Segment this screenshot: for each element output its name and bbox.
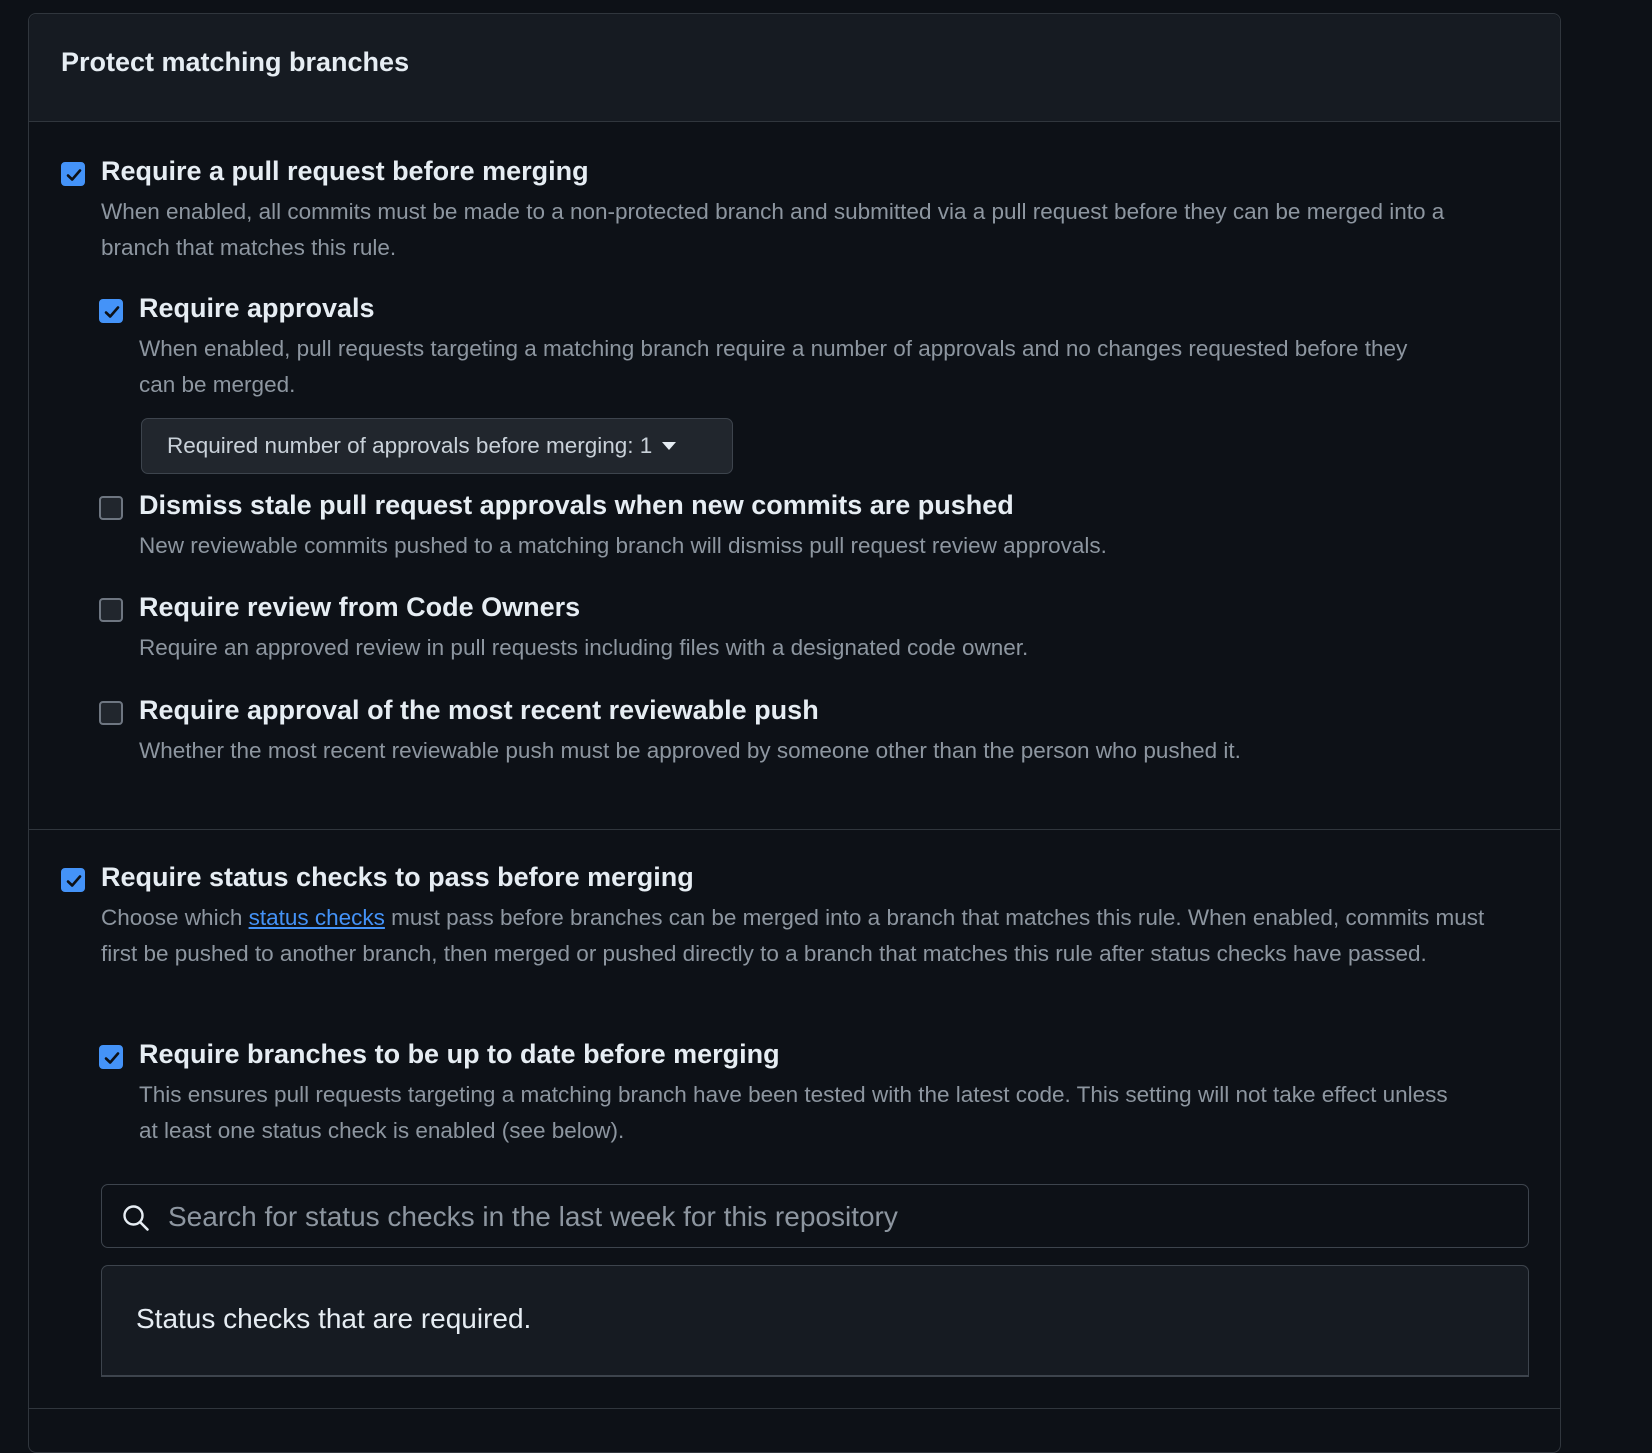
require-up-to-date-label[interactable]: Require branches to be up to date before… xyxy=(139,1039,780,1070)
checkmark-icon xyxy=(66,169,82,181)
dismiss-stale-approvals-description: New reviewable commits pushed to a match… xyxy=(139,533,1107,558)
require-code-owners-checkbox[interactable] xyxy=(99,598,123,622)
require-status-checks-description: Choose which status checks must pass bef… xyxy=(101,900,1506,972)
dismiss-stale-approvals-label[interactable]: Dismiss stale pull request approvals whe… xyxy=(139,490,1014,521)
description-text-before: Choose which xyxy=(101,905,249,930)
require-pull-request-label[interactable]: Require a pull request before merging xyxy=(101,156,589,187)
search-icon xyxy=(123,1205,149,1231)
caret-down-icon xyxy=(662,442,677,450)
panel-title: Protect matching branches xyxy=(61,47,410,77)
require-approvals-label[interactable]: Require approvals xyxy=(139,293,375,324)
pull-request-section: Require a pull request before merging Wh… xyxy=(29,122,1560,830)
dismiss-stale-approvals-checkbox[interactable] xyxy=(99,496,123,520)
require-up-to-date-checkbox[interactable] xyxy=(99,1045,123,1069)
status-checks-search-input[interactable] xyxy=(166,1185,1510,1249)
require-recent-push-approval-description: Whether the most recent reviewable push … xyxy=(139,738,1241,763)
require-up-to-date-description: This ensures pull requests targeting a m… xyxy=(139,1082,1448,1143)
required-status-checks-title: Status checks that are required. xyxy=(136,1303,532,1334)
required-approvals-dropdown[interactable]: Required number of approvals before merg… xyxy=(141,418,733,474)
status-checks-link[interactable]: status checks xyxy=(249,905,385,930)
require-pull-request-description: When enabled, all commits must be made t… xyxy=(101,199,1445,260)
panel-header: Protect matching branches xyxy=(29,14,1560,122)
require-code-owners-label[interactable]: Require review from Code Owners xyxy=(139,592,580,623)
require-approvals-checkbox[interactable] xyxy=(99,299,123,323)
require-code-owners-description: Require an approved review in pull reque… xyxy=(139,635,1029,660)
required-status-checks-box: Status checks that are required. xyxy=(101,1265,1529,1377)
status-checks-search[interactable] xyxy=(101,1184,1529,1249)
checkmark-icon xyxy=(104,1052,120,1064)
required-approvals-dropdown-label: Required number of approvals before merg… xyxy=(167,433,653,458)
require-approvals-description: When enabled, pull requests targeting a … xyxy=(139,336,1408,397)
require-status-checks-label[interactable]: Require status checks to pass before mer… xyxy=(101,862,694,893)
require-status-checks-checkbox[interactable] xyxy=(61,868,85,892)
checkmark-icon xyxy=(66,875,82,887)
require-recent-push-approval-label[interactable]: Require approval of the most recent revi… xyxy=(139,695,819,726)
require-pull-request-checkbox[interactable] xyxy=(61,162,85,186)
checkmark-icon xyxy=(104,306,120,318)
require-recent-push-approval-checkbox[interactable] xyxy=(99,701,123,725)
